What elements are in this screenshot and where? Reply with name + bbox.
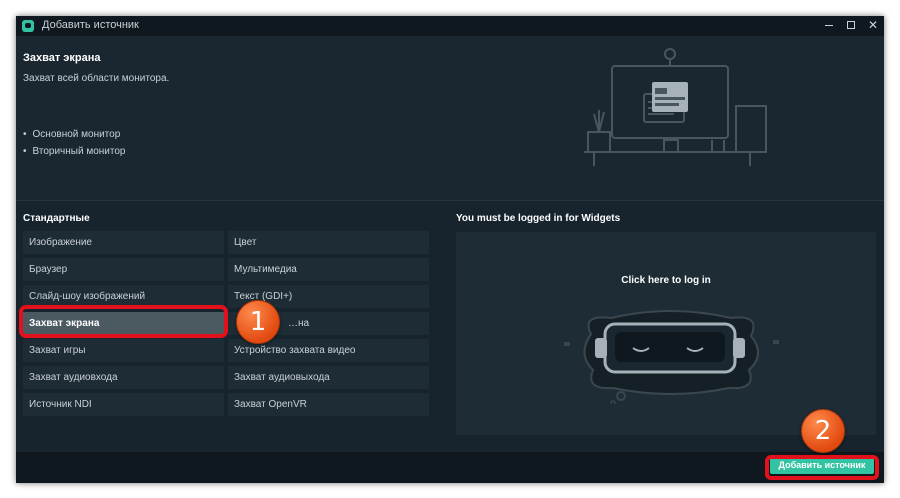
source-type-item[interactable]: Изображение (23, 231, 224, 254)
widgets-title: You must be logged in for Widgets (456, 213, 621, 224)
source-description: Захват всей области монитора. (23, 73, 170, 84)
bullet-icon: • (23, 129, 27, 140)
source-type-item[interactable]: Захват игры (23, 339, 224, 362)
source-option: • Вторичный монитор (23, 146, 125, 157)
selection-highlight-frame (19, 305, 228, 338)
login-link[interactable]: Click here to log in (456, 275, 876, 286)
source-type-item[interactable]: Захват аудиовхода (23, 366, 224, 389)
source-title: Захват экрана (23, 52, 101, 64)
window-title: Добавить источник (42, 19, 139, 31)
source-option-label: Основной монитор (32, 129, 121, 140)
button-highlight-frame (765, 455, 879, 480)
maximize-icon[interactable] (844, 18, 858, 32)
source-type-item[interactable]: Захват OpenVR (228, 393, 429, 416)
source-type-item[interactable]: Мультимедиа (228, 258, 429, 281)
source-option: • Основной монитор (23, 129, 120, 140)
bullet-icon: • (23, 146, 27, 157)
step-badge-2: 2 (801, 409, 845, 453)
minimize-icon[interactable] (822, 18, 836, 32)
standard-section-title: Стандартные (23, 213, 90, 224)
step-badge-1: 1 (236, 300, 280, 344)
source-type-item[interactable]: Браузер (23, 258, 224, 281)
source-type-item[interactable]: Захват аудиовыхода (228, 366, 429, 389)
vr-headset-illustration (564, 310, 779, 404)
footer-bar (16, 452, 884, 483)
source-type-item[interactable]: Цвет (228, 231, 429, 254)
title-bar: Добавить источник ✕ (16, 16, 884, 36)
widgets-login-panel[interactable]: Click here to log in (456, 232, 876, 435)
add-source-dialog: Добавить источник ✕ Захват экрана Захват… (16, 16, 884, 483)
source-option-label: Вторичный монитор (32, 146, 126, 157)
source-type-item[interactable]: Источник NDI (23, 393, 224, 416)
desk-monitor-illustration (584, 48, 767, 166)
close-icon[interactable]: ✕ (866, 18, 880, 32)
streamlabs-icon (22, 20, 34, 32)
